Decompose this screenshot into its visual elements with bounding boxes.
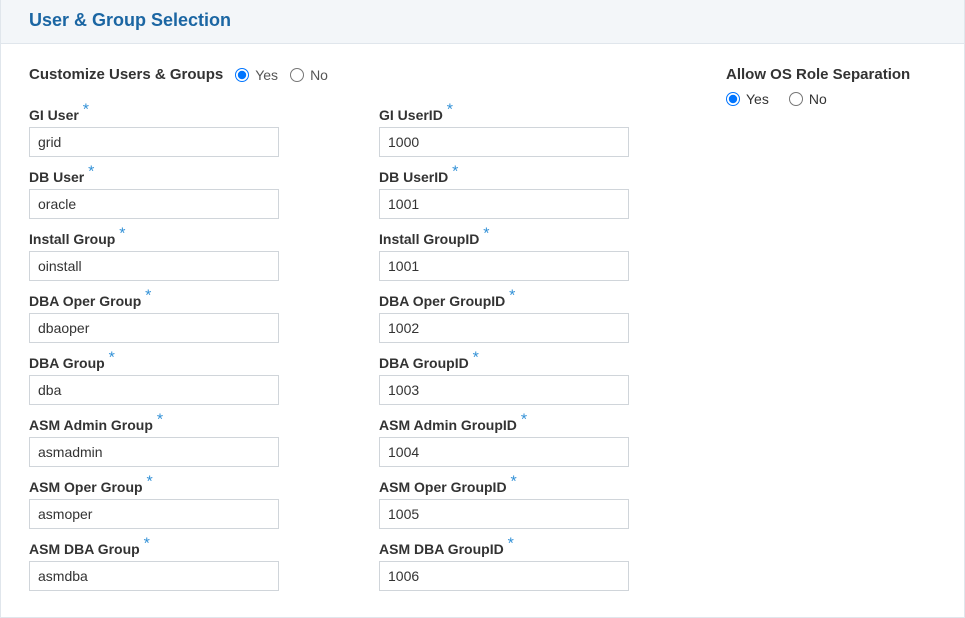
asmdba-group-input[interactable] — [29, 561, 279, 591]
asmdba-group-field: ASM DBA Group * — [29, 535, 339, 591]
panel-body: Customize Users & Groups Yes No GI User — [1, 44, 964, 617]
allow-label: Allow OS Role Separation — [726, 66, 936, 83]
gi-userid-input[interactable] — [379, 127, 629, 157]
db-userid-input[interactable] — [379, 189, 629, 219]
col-names: GI User * DB User * Install Group * DBA … — [29, 101, 339, 597]
allow-yes-radio[interactable] — [726, 92, 740, 106]
customize-yes-radio[interactable] — [235, 68, 249, 82]
col-ids: GI UserID * DB UserID * Install GroupID … — [379, 101, 689, 597]
asmdba-groupid-field: ASM DBA GroupID * — [379, 535, 689, 591]
dba-group-label: DBA Group * — [29, 349, 339, 371]
customize-yes-label: Yes — [255, 67, 278, 83]
dbaoper-group-field: DBA Oper Group * — [29, 287, 339, 343]
install-group-input[interactable] — [29, 251, 279, 281]
asmadmin-groupid-field: ASM Admin GroupID * — [379, 411, 689, 467]
customize-yes-option[interactable]: Yes — [235, 67, 278, 83]
customize-no-option[interactable]: No — [290, 67, 328, 83]
allow-radio-group: Yes No — [726, 91, 936, 107]
asmdba-groupid-input[interactable] — [379, 561, 629, 591]
customize-no-label: No — [310, 67, 328, 83]
asmoper-group-label: ASM Oper Group * — [29, 473, 339, 495]
db-user-field: DB User * — [29, 163, 339, 219]
dbaoper-groupid-field: DBA Oper GroupID * — [379, 287, 689, 343]
required-icon: * — [508, 535, 514, 552]
customize-label: Customize Users & Groups — [29, 66, 223, 83]
gi-user-input[interactable] — [29, 127, 279, 157]
required-icon: * — [521, 411, 527, 428]
gi-userid-field: GI UserID * — [379, 101, 689, 157]
allow-no-option[interactable]: No — [789, 91, 827, 107]
fields-columns: GI User * DB User * Install Group * DBA … — [29, 101, 716, 597]
asmadmin-groupid-input[interactable] — [379, 437, 629, 467]
allow-yes-option[interactable]: Yes — [726, 91, 769, 107]
asmdba-group-label: ASM DBA Group * — [29, 535, 339, 557]
right-area: Allow OS Role Separation Yes No — [716, 66, 936, 597]
dba-group-input[interactable] — [29, 375, 279, 405]
required-icon: * — [157, 411, 163, 428]
db-userid-field: DB UserID * — [379, 163, 689, 219]
dba-groupid-label: DBA GroupID * — [379, 349, 689, 371]
dbaoper-groupid-input[interactable] — [379, 313, 629, 343]
gi-user-field: GI User * — [29, 101, 339, 157]
customize-row: Customize Users & Groups Yes No — [29, 66, 716, 83]
allow-yes-label: Yes — [746, 91, 769, 107]
required-icon: * — [144, 535, 150, 552]
gi-userid-label: GI UserID * — [379, 101, 689, 123]
install-groupid-field: Install GroupID * — [379, 225, 689, 281]
asmadmin-group-field: ASM Admin Group * — [29, 411, 339, 467]
asmdba-groupid-label: ASM DBA GroupID * — [379, 535, 689, 557]
allow-no-label: No — [809, 91, 827, 107]
panel-header: User & Group Selection — [1, 0, 964, 44]
asmoper-groupid-field: ASM Oper GroupID * — [379, 473, 689, 529]
gi-user-label: GI User * — [29, 101, 339, 123]
required-icon: * — [509, 287, 515, 304]
asmoper-groupid-label: ASM Oper GroupID * — [379, 473, 689, 495]
panel-title: User & Group Selection — [29, 10, 944, 31]
dba-group-field: DBA Group * — [29, 349, 339, 405]
asmadmin-groupid-label: ASM Admin GroupID * — [379, 411, 689, 433]
user-group-panel: User & Group Selection Customize Users &… — [0, 0, 965, 618]
install-group-field: Install Group * — [29, 225, 339, 281]
customize-no-radio[interactable] — [290, 68, 304, 82]
asmoper-group-field: ASM Oper Group * — [29, 473, 339, 529]
required-icon: * — [119, 225, 125, 242]
required-icon: * — [109, 349, 115, 366]
db-user-label: DB User * — [29, 163, 339, 185]
db-userid-label: DB UserID * — [379, 163, 689, 185]
dba-groupid-input[interactable] — [379, 375, 629, 405]
dba-groupid-field: DBA GroupID * — [379, 349, 689, 405]
customize-radio-group: Yes No — [235, 67, 328, 83]
required-icon: * — [145, 287, 151, 304]
install-groupid-label: Install GroupID * — [379, 225, 689, 247]
required-icon: * — [473, 349, 479, 366]
required-icon: * — [510, 473, 516, 490]
asmadmin-group-input[interactable] — [29, 437, 279, 467]
required-icon: * — [483, 225, 489, 242]
required-icon: * — [447, 101, 453, 118]
asmoper-group-input[interactable] — [29, 499, 279, 529]
left-area: Customize Users & Groups Yes No GI User — [29, 66, 716, 597]
required-icon: * — [88, 163, 94, 180]
required-icon: * — [452, 163, 458, 180]
dbaoper-group-label: DBA Oper Group * — [29, 287, 339, 309]
asmadmin-group-label: ASM Admin Group * — [29, 411, 339, 433]
install-groupid-input[interactable] — [379, 251, 629, 281]
dbaoper-groupid-label: DBA Oper GroupID * — [379, 287, 689, 309]
db-user-input[interactable] — [29, 189, 279, 219]
allow-no-radio[interactable] — [789, 92, 803, 106]
required-icon: * — [83, 101, 89, 118]
asmoper-groupid-input[interactable] — [379, 499, 629, 529]
dbaoper-group-input[interactable] — [29, 313, 279, 343]
install-group-label: Install Group * — [29, 225, 339, 247]
required-icon: * — [146, 473, 152, 490]
